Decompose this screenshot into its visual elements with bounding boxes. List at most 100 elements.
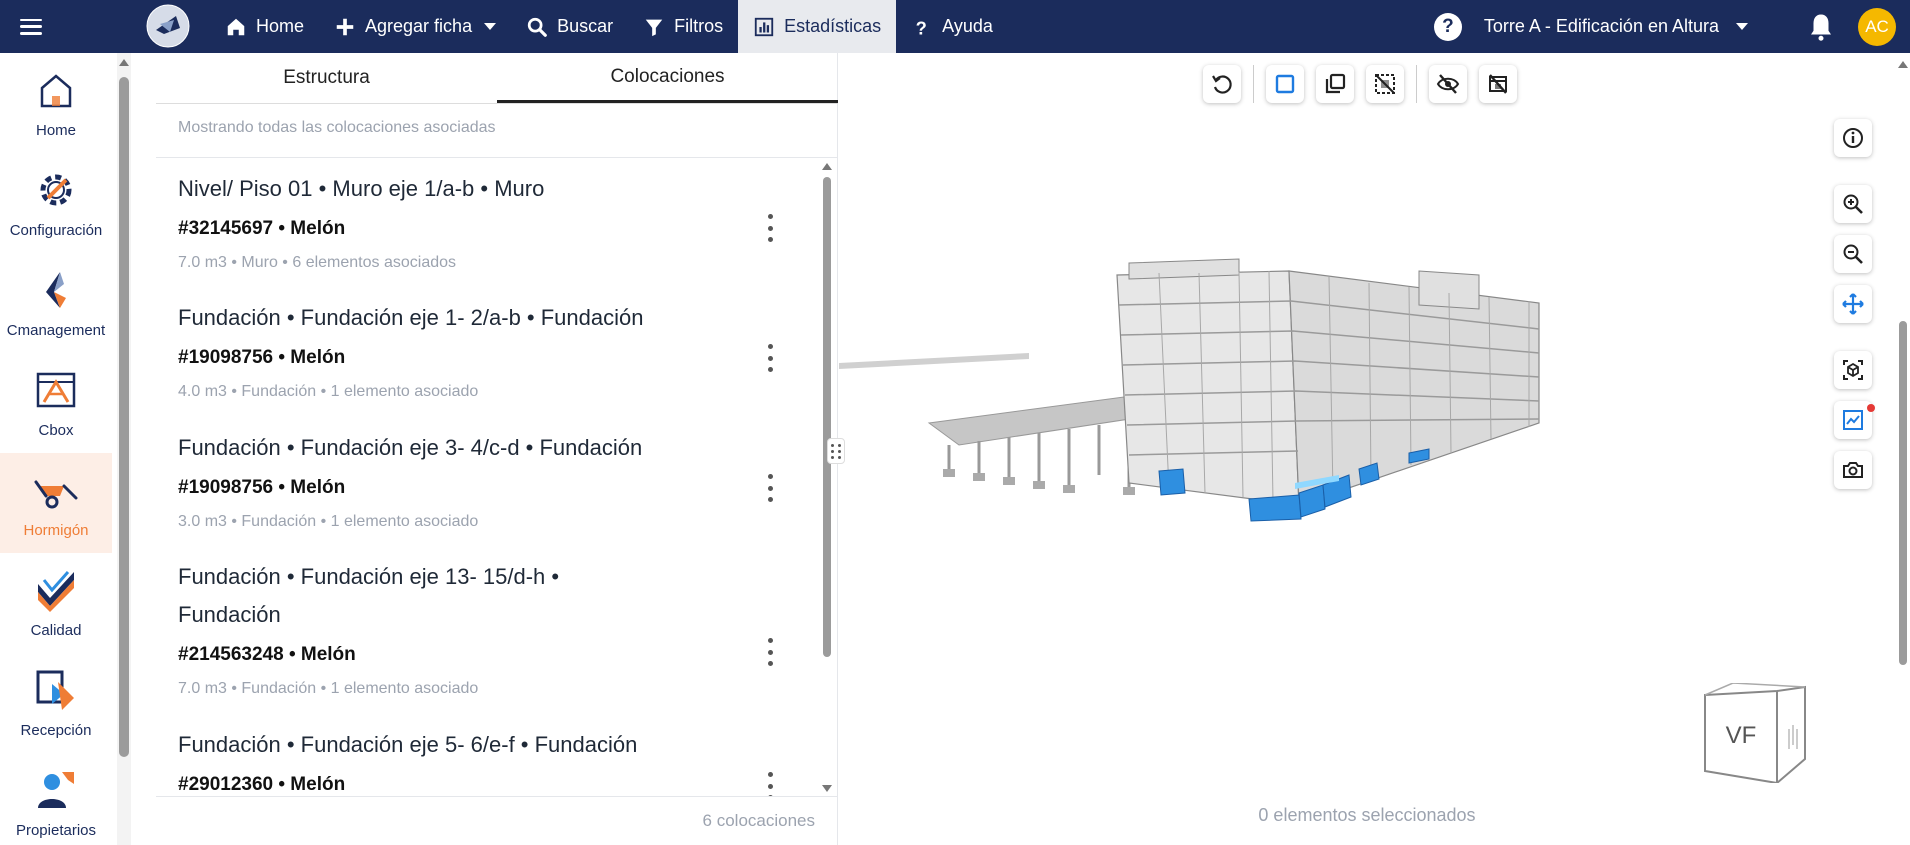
home-icon xyxy=(227,18,245,35)
nav-agregar-ficha[interactable]: Agregar ficha xyxy=(319,0,511,53)
footer-divider xyxy=(156,796,838,797)
more-options-icon[interactable] xyxy=(764,214,776,242)
nav-estadisticas[interactable]: Estadísticas xyxy=(738,0,897,53)
panel-resize-handle[interactable] xyxy=(827,438,845,464)
select-box-icon xyxy=(1275,74,1295,94)
section-off-icon xyxy=(1489,74,1507,94)
bell-icon[interactable] xyxy=(1806,12,1836,42)
view-cube[interactable]: VF xyxy=(1701,683,1811,783)
rotate-ccw-icon xyxy=(1212,75,1232,94)
nav-filtros[interactable]: Filtros xyxy=(628,0,738,53)
trend-chart-icon xyxy=(1843,410,1863,430)
filter-icon xyxy=(645,19,663,36)
sidebar-item-propietarios[interactable]: Propietarios xyxy=(0,753,112,845)
hide-section-button[interactable] xyxy=(1479,65,1517,103)
scroll-up-icon[interactable] xyxy=(822,163,832,170)
item-code: #19098756 • Melón xyxy=(178,347,346,368)
viewer-scrollbar[interactable] xyxy=(1896,53,1910,845)
3d-viewer[interactable]: VF 0 elementos seleccionados xyxy=(839,53,1895,845)
item-title: Fundación • Fundación eje 5- 6/e-f • Fun… xyxy=(178,732,638,757)
user-avatar[interactable]: AC xyxy=(1858,7,1896,46)
scrollbar-thumb[interactable] xyxy=(1899,321,1907,665)
item-code: #29012360 • Melón xyxy=(178,774,346,795)
scrollbar-thumb[interactable] xyxy=(823,177,831,657)
tab-colocaciones[interactable]: Colocaciones xyxy=(497,53,838,103)
more-options-icon[interactable] xyxy=(764,638,776,666)
tab-divider xyxy=(156,103,838,104)
item-code: #32145697 • Melón xyxy=(178,218,346,239)
toolbar-divider xyxy=(1253,65,1254,103)
multi-select-icon xyxy=(1325,73,1346,94)
sidebar-item-recepcion[interactable]: Recepción xyxy=(0,653,112,753)
wheelbarrow-icon xyxy=(34,480,78,508)
list-item[interactable]: Fundación • Fundación eje 3- 4/c-d • Fun… xyxy=(156,416,816,546)
nav-buscar[interactable]: Buscar xyxy=(511,0,628,53)
single-select-button[interactable] xyxy=(1266,65,1304,103)
sidebar-scrollbar[interactable] xyxy=(117,53,131,845)
nav-ayuda[interactable]: ? Ayuda xyxy=(896,0,1008,53)
menu-button[interactable] xyxy=(0,0,62,53)
more-options-icon[interactable] xyxy=(764,772,776,797)
gear-icon xyxy=(40,174,72,205)
item-title: Fundación • Fundación eje 3- 4/c-d • Fun… xyxy=(178,435,643,460)
search-icon xyxy=(527,17,547,37)
sidebar-item-configuracion[interactable]: Configuración xyxy=(0,153,112,253)
list-item[interactable]: Fundación • Fundación eje 1- 2/a-b • Fun… xyxy=(156,286,816,416)
info-icon xyxy=(1843,128,1863,148)
scroll-down-icon[interactable] xyxy=(822,785,832,792)
list-item[interactable]: Fundación • Fundación eje 13- 15/d-h • F… xyxy=(156,546,816,714)
sidebar-item-label: Configuración xyxy=(9,221,103,239)
hide-button[interactable] xyxy=(1429,65,1467,103)
panel-tabs: Estructura Colocaciones xyxy=(156,53,838,103)
item-meta: 4.0 m3 • Fundación • 1 elemento asociado xyxy=(178,383,479,400)
nav-buscar-label: Buscar xyxy=(557,16,614,36)
sidebar-item-hormigon[interactable]: Hormigón xyxy=(0,453,112,553)
chevron-down-icon xyxy=(1736,23,1748,30)
placements-panel: Estructura Colocaciones Mostrando todas … xyxy=(156,53,838,845)
pan-button[interactable] xyxy=(1834,285,1872,323)
item-title: Fundación • Fundación eje 1- 2/a-b • Fun… xyxy=(178,305,644,330)
multi-select-button[interactable] xyxy=(1316,65,1354,103)
notification-dot xyxy=(1867,404,1875,412)
cbox-icon xyxy=(36,372,76,407)
move-icon xyxy=(1842,293,1864,315)
sidebar-item-home[interactable]: Home xyxy=(0,53,112,153)
item-code: #214563248 • Melón xyxy=(178,644,356,665)
help-button[interactable]: ? xyxy=(1433,12,1462,41)
sidebar-item-cmanagement[interactable]: Cmanagement xyxy=(0,253,112,353)
list-item[interactable]: Fundación • Fundación eje 5- 6/e-f • Fun… xyxy=(156,714,816,797)
more-options-icon[interactable] xyxy=(764,474,776,502)
quality-check-icon xyxy=(38,570,74,612)
chart-button[interactable] xyxy=(1834,401,1875,439)
app-logo[interactable] xyxy=(146,4,190,48)
placements-count: 6 colocaciones xyxy=(702,811,815,830)
zoom-in-button[interactable] xyxy=(1834,185,1872,223)
item-meta: 3.0 m3 • Fundación • 1 elemento asociado xyxy=(178,513,479,530)
list-scrollbar[interactable] xyxy=(820,163,834,793)
app-logo-icon xyxy=(146,4,190,48)
left-sidebar: Home Configuración Cmanagement Cbox Horm… xyxy=(0,53,112,845)
more-options-icon[interactable] xyxy=(764,344,776,372)
project-selector[interactable]: Torre A - Edificación en Altura xyxy=(1484,16,1748,37)
sidebar-item-calidad[interactable]: Calidad xyxy=(0,553,112,653)
sidebar-item-label: Calidad xyxy=(30,621,82,639)
fit-view-button[interactable] xyxy=(1834,351,1872,389)
scrollbar-thumb[interactable] xyxy=(119,77,129,757)
info-button[interactable] xyxy=(1834,119,1872,157)
zoom-out-button[interactable] xyxy=(1834,235,1872,273)
camera-icon xyxy=(1843,462,1863,478)
reset-view-button[interactable] xyxy=(1203,65,1241,103)
viewer-toolbar xyxy=(1203,65,1517,103)
building-3d-model[interactable] xyxy=(839,213,1599,543)
list-item[interactable]: Nivel/ Piso 01 • Muro eje 1/a-b • Muro #… xyxy=(156,158,816,286)
chevron-down-icon xyxy=(484,23,497,30)
scroll-up-icon[interactable] xyxy=(119,59,129,66)
tab-estructura[interactable]: Estructura xyxy=(156,53,497,103)
sidebar-item-label: Recepción xyxy=(20,721,92,739)
sidebar-item-cbox[interactable]: Cbox xyxy=(0,353,112,453)
nav-home[interactable]: Home xyxy=(210,0,319,53)
hamburger-icon xyxy=(20,18,42,35)
screenshot-button[interactable] xyxy=(1834,451,1872,489)
scroll-up-icon[interactable] xyxy=(1898,61,1908,68)
area-select-button[interactable] xyxy=(1366,65,1404,103)
